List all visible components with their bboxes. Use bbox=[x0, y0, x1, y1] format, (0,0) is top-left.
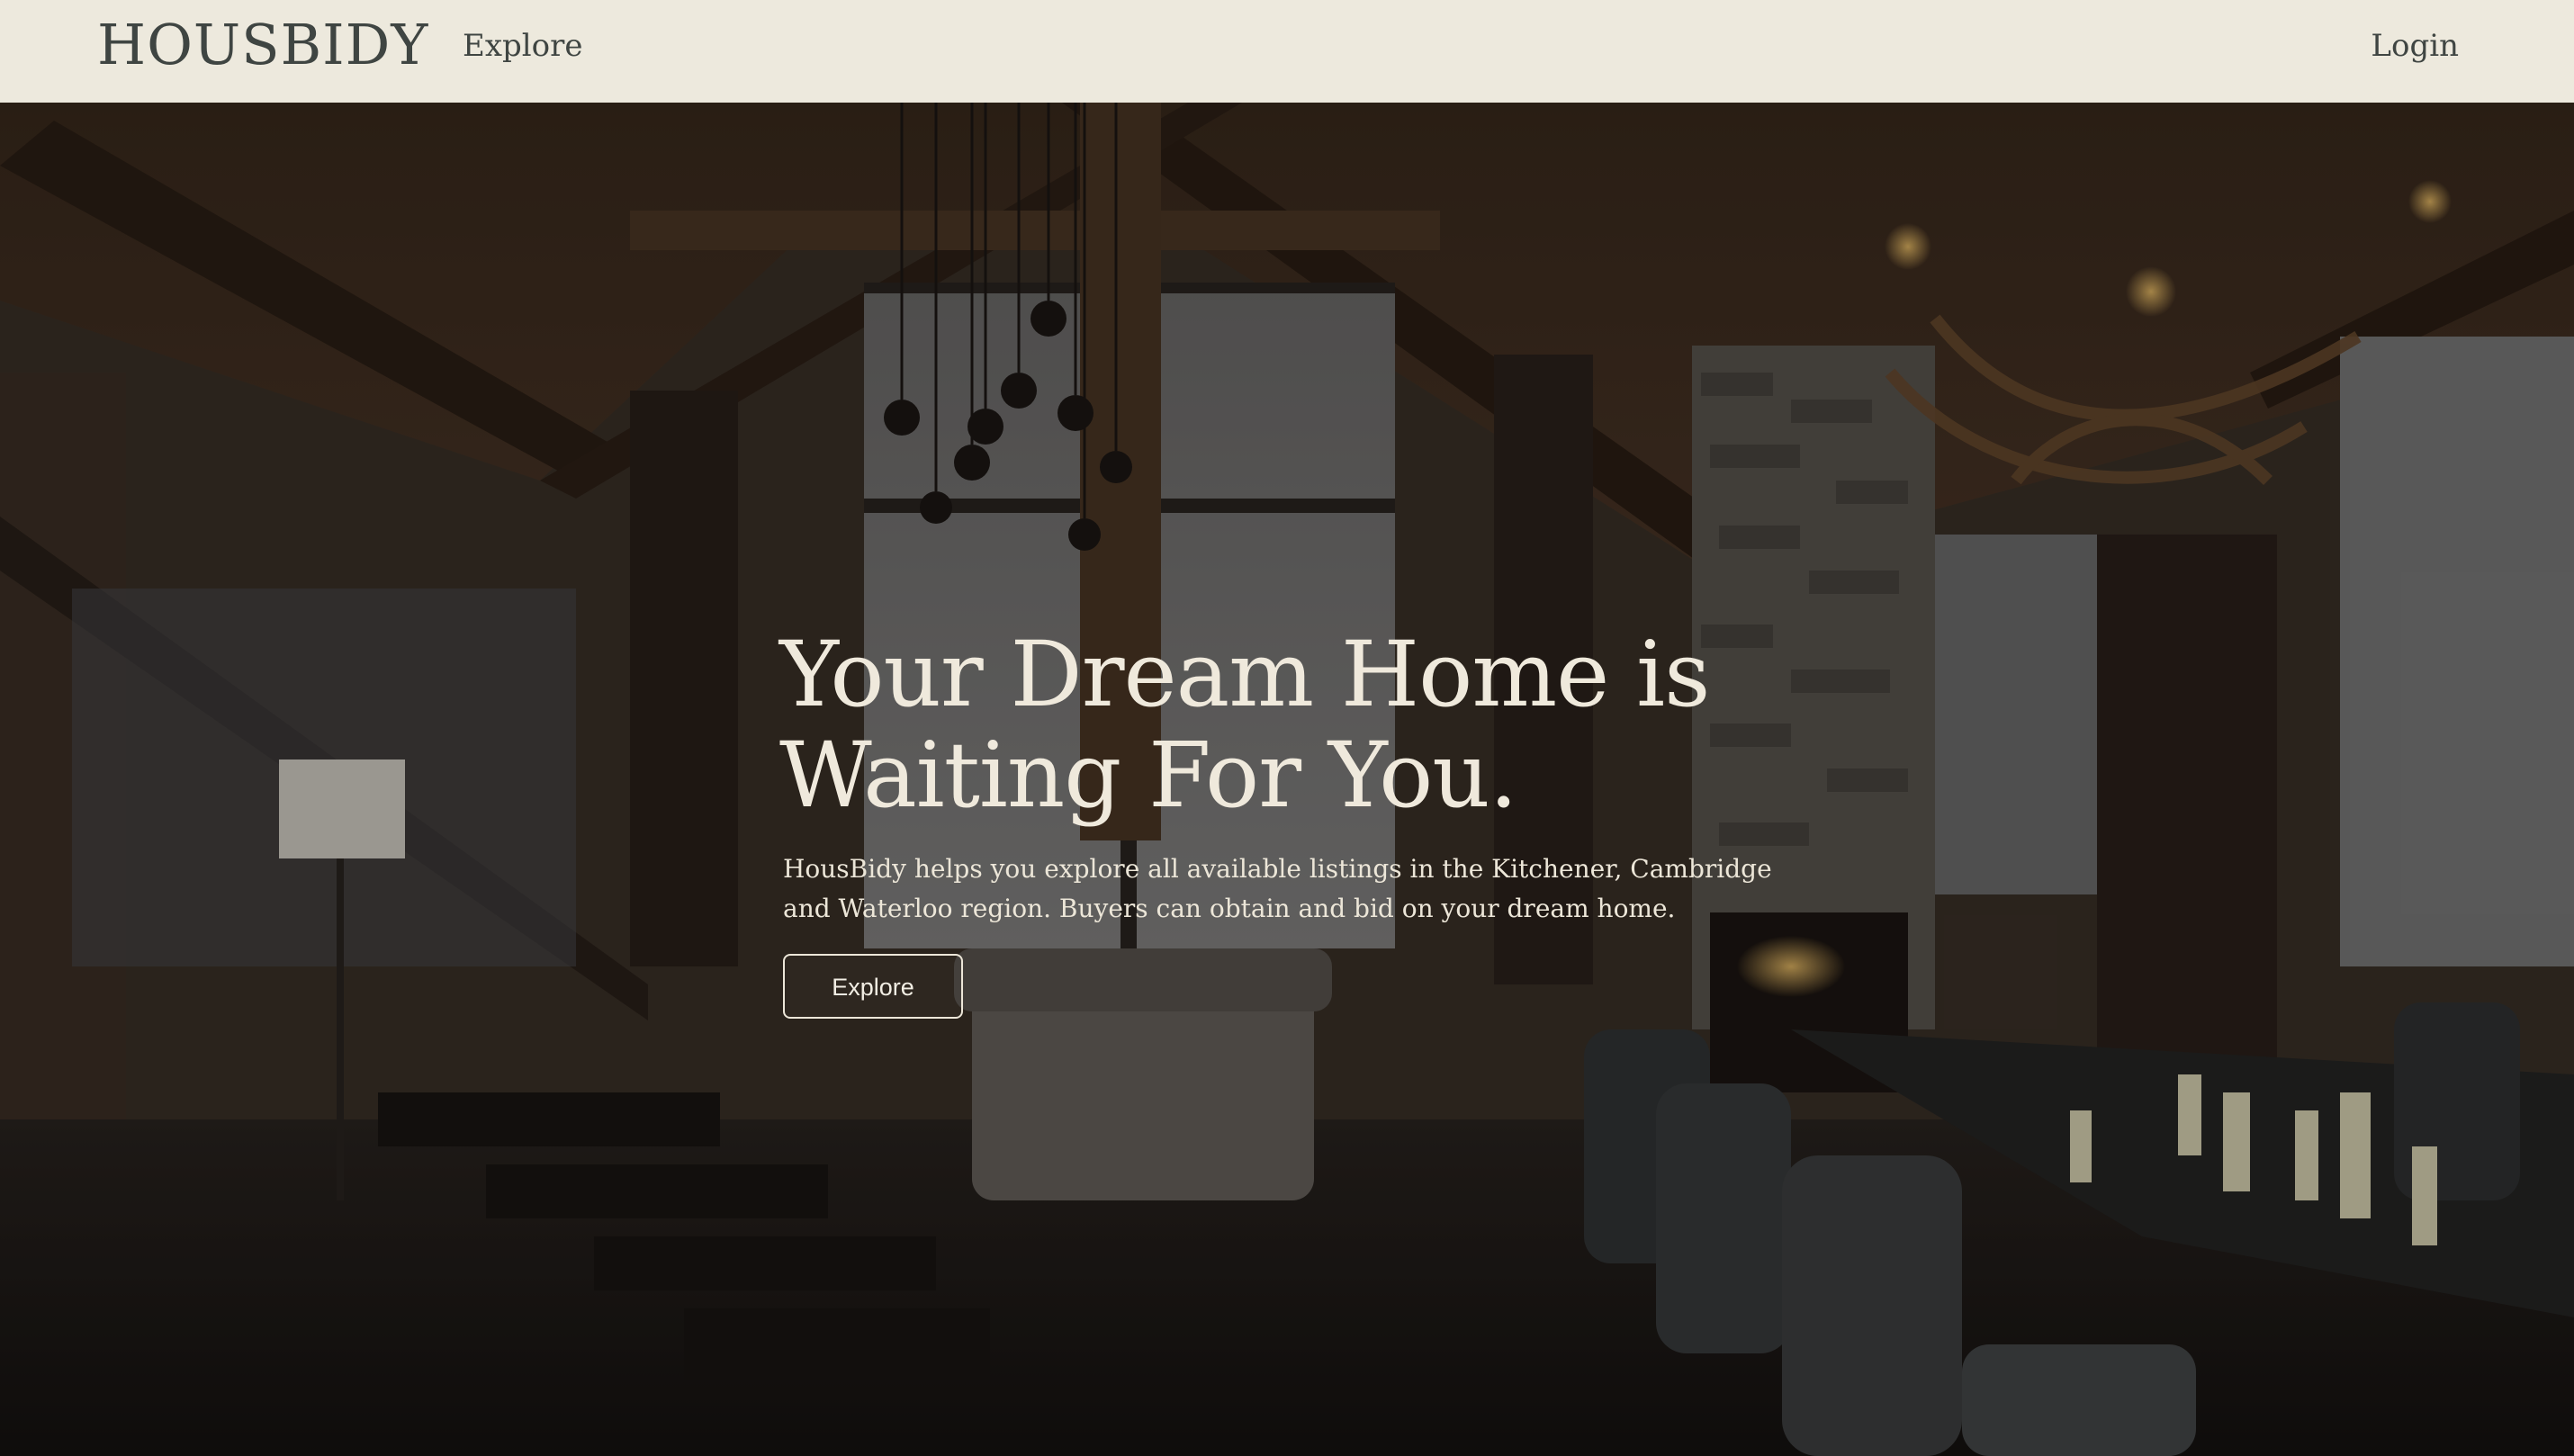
hero-section: Your Dream Home is Waiting For You. Hous… bbox=[0, 103, 2574, 1456]
hero-description: HousBidy helps you explore all available… bbox=[783, 854, 1772, 923]
hero-title-line-2: Waiting For You. bbox=[779, 723, 1517, 828]
brand-logo[interactable]: HOUSBIDY bbox=[97, 11, 428, 79]
nav-login-link[interactable]: Login bbox=[2371, 25, 2459, 67]
hero-content: Your Dream Home is Waiting For You. Hous… bbox=[779, 625, 1859, 1019]
hero-title-line-1: Your Dream Home is bbox=[779, 622, 1710, 727]
hero-explore-button[interactable]: Explore bbox=[783, 954, 963, 1019]
top-navbar: HOUSBIDY Explore Login bbox=[0, 0, 2574, 103]
nav-explore-link[interactable]: Explore bbox=[463, 25, 582, 67]
hero-title: Your Dream Home is Waiting For You. bbox=[779, 625, 1859, 826]
